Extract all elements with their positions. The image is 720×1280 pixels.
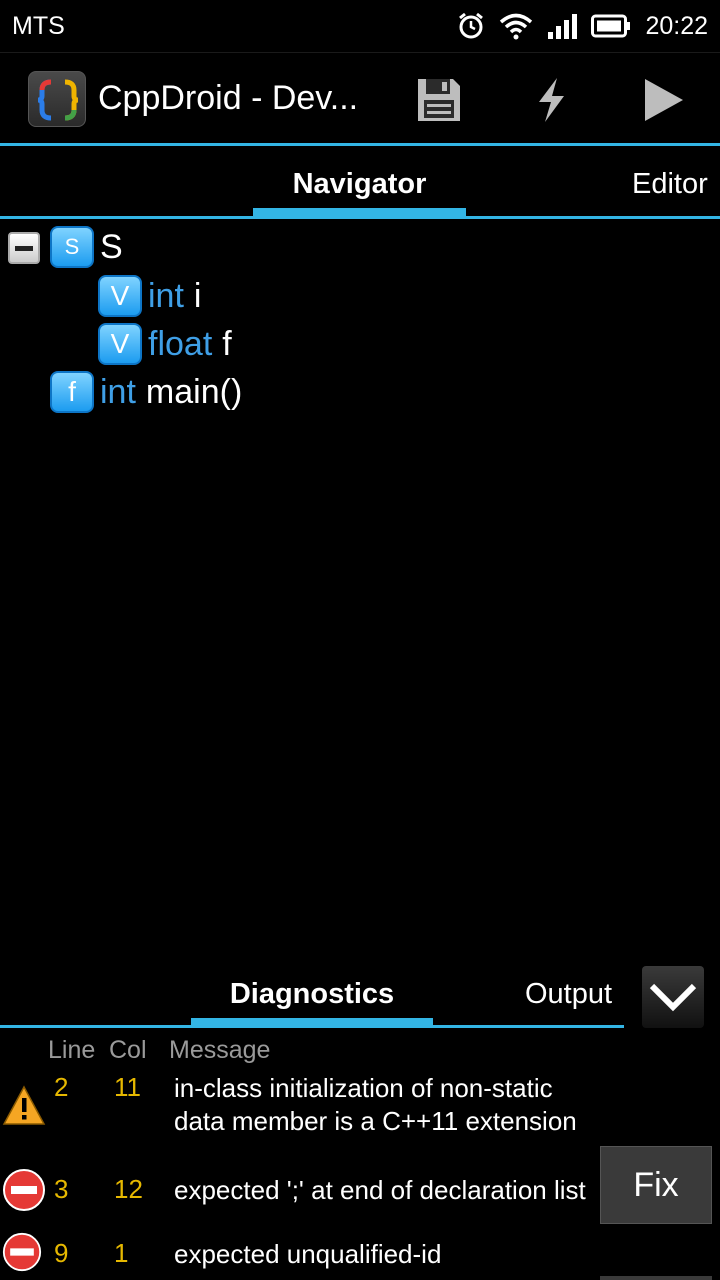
tree-node-member[interactable]: V float f [98, 320, 232, 368]
alarm-icon [459, 12, 484, 39]
member-name: f [222, 324, 232, 363]
error-icon [2, 1232, 42, 1272]
app-logo-icon[interactable] [28, 71, 86, 127]
tab-output[interactable]: Output [525, 978, 612, 1011]
bottom-tab-indicator [191, 1018, 433, 1027]
collapse-icon[interactable] [8, 232, 40, 264]
diag-message: in-class initialization of non-static da… [174, 1073, 577, 1136]
chevron-down-icon [649, 983, 697, 1012]
diag-line-number: 9 [54, 1238, 69, 1268]
warning-icon [2, 1085, 46, 1125]
header-col: Col [109, 1036, 147, 1064]
tree-node-struct[interactable]: S S [0, 224, 720, 272]
tab-diagnostics[interactable]: Diagnostics [191, 978, 433, 1011]
variable-icon: V [98, 275, 142, 317]
collapse-panel-button[interactable] [642, 966, 704, 1028]
diag-message: expected unqualified-id [174, 1239, 442, 1269]
wifi-icon [500, 13, 533, 40]
app-title: CppDroid - Dev... [98, 79, 359, 117]
clock: 20:22 [645, 11, 708, 40]
diagnostic-row[interactable]: 2 11 in-class initialization of non-stat… [0, 1072, 720, 1142]
header-message: Message [169, 1036, 271, 1064]
save-icon [418, 79, 460, 121]
action-bar: CppDroid - Dev... [0, 52, 720, 144]
diag-line-number: 3 [54, 1174, 69, 1204]
function-icon: f [50, 371, 94, 413]
header-line: Line [48, 1036, 96, 1064]
diag-message: expected ';' at end of declaration list [174, 1175, 586, 1205]
function-return-type: int [100, 372, 136, 411]
variable-icon: V [98, 323, 142, 365]
member-type: float [148, 324, 213, 363]
top-tab-bar: Navigator Editor [0, 146, 720, 220]
tree-node-function[interactable]: f int main() [50, 368, 242, 416]
play-icon [645, 79, 683, 121]
tab-navigator[interactable]: Navigator [253, 168, 466, 201]
status-icons: 20:22 [457, 10, 708, 42]
tab-editor[interactable]: Editor [632, 168, 708, 201]
save-button[interactable] [410, 71, 468, 129]
fix-button-partial[interactable] [600, 1276, 712, 1280]
lightning-icon [539, 78, 564, 122]
diag-col-number: 1 [114, 1238, 129, 1268]
carrier-label: MTS [12, 12, 65, 40]
error-icon [3, 1169, 45, 1211]
bottom-tab-bar: Diagnostics Output [0, 960, 720, 1030]
diag-col-number: 11 [114, 1072, 141, 1102]
signal-icon [548, 14, 578, 39]
diag-col-number: 12 [114, 1174, 143, 1204]
function-name: main() [145, 372, 243, 411]
struct-name: S [100, 227, 123, 266]
diagnostic-row[interactable]: 9 1 expected unqualified-id [0, 1232, 720, 1278]
status-bar: MTS 20:22 [0, 0, 720, 52]
struct-icon: S [50, 226, 94, 268]
member-name: i [193, 276, 202, 315]
run-button[interactable] [634, 71, 692, 129]
battery-icon [591, 14, 631, 38]
tab-indicator [253, 208, 466, 217]
diag-line-number: 2 [54, 1072, 69, 1102]
tree-node-member[interactable]: V int i [98, 272, 201, 320]
fix-button[interactable]: Fix [600, 1146, 712, 1224]
build-button[interactable] [522, 71, 580, 129]
member-type: int [148, 276, 184, 315]
